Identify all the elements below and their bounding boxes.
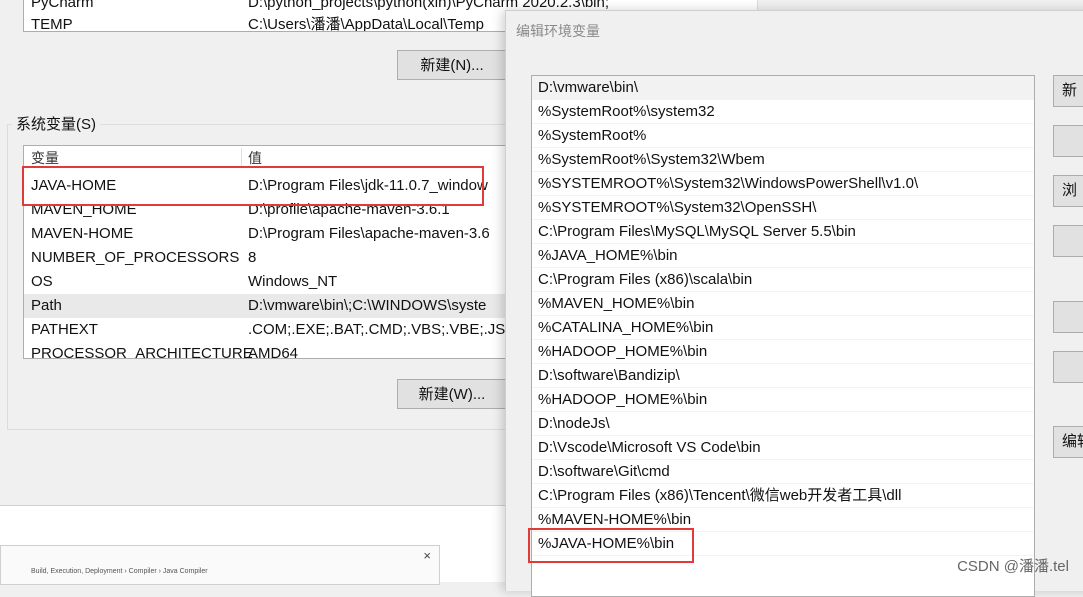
variable-value: D:\Program Files\apache-maven-3.6	[248, 225, 490, 242]
new-button[interactable]: 新	[1053, 75, 1083, 107]
list-item[interactable]: %SYSTEMROOT%\System32\WindowsPowerShell\…	[532, 172, 1034, 196]
watermark: CSDN @潘潘.tel	[957, 558, 1069, 575]
highlight-box-java-home-bin	[528, 528, 694, 563]
variable-name: PROCESSOR_ARCHITECTURE	[31, 345, 253, 359]
variable-value: 8	[248, 249, 257, 266]
list-item[interactable]: C:\Program Files (x86)\Tencent\微信web开发者工…	[532, 484, 1034, 508]
variable-name: Path	[31, 297, 62, 314]
new-user-variable-button[interactable]: 新建(N)...	[397, 50, 507, 80]
variable-value: Windows_NT	[248, 273, 338, 290]
list-item[interactable]: %SYSTEMROOT%\System32\OpenSSH\	[532, 196, 1034, 220]
variable-name: PATHEXT	[31, 321, 98, 338]
list-item[interactable]: %JAVA_HOME%\bin	[532, 244, 1034, 268]
variable-name: NUMBER_OF_PROCESSORS	[31, 249, 240, 266]
settings-breadcrumb: Build, Execution, Deployment › Compiler …	[31, 568, 208, 575]
list-item[interactable]: C:\Program Files\MySQL\MySQL Server 5.5\…	[532, 220, 1034, 244]
edit-button[interactable]	[1053, 125, 1083, 157]
list-item[interactable]: %SystemRoot%\System32\Wbem	[532, 148, 1034, 172]
table-row[interactable]: PATHEXT .COM;.EXE;.BAT;.CMD;.VBS;.VBE;.J…	[24, 318, 514, 342]
list-item[interactable]: D:\Vscode\Microsoft VS Code\bin	[532, 436, 1034, 460]
variable-name: MAVEN-HOME	[31, 225, 134, 242]
variable-name: OS	[31, 273, 53, 290]
variable-value: C:\Users\潘潘\AppData\Local\Temp	[248, 16, 484, 32]
path-entries-list[interactable]: D:\vmware\bin\ %SystemRoot%\system32 %Sy…	[531, 75, 1035, 597]
table-row[interactable]: NUMBER_OF_PROCESSORS 8	[24, 246, 514, 270]
list-item[interactable]: D:\vmware\bin\	[532, 76, 1034, 100]
edit-text-button[interactable]: 编辑	[1053, 426, 1083, 458]
highlight-box-java-home	[22, 166, 484, 206]
list-item[interactable]: D:\nodeJs\	[532, 412, 1034, 436]
variable-value: D:\vmware\bin\;C:\WINDOWS\syste	[248, 297, 487, 314]
table-row-selected[interactable]: Path D:\vmware\bin\;C:\WINDOWS\syste	[24, 294, 514, 318]
list-item[interactable]: D:\software\Bandizip\	[532, 364, 1034, 388]
system-variables-label: 系统变量(S)	[12, 113, 100, 134]
column-divider[interactable]	[241, 148, 242, 168]
list-item[interactable]: %SystemRoot%	[532, 124, 1034, 148]
table-row[interactable]: MAVEN-HOME D:\Program Files\apache-maven…	[24, 222, 514, 246]
settings-mini-window: × Build, Execution, Deployment › Compile…	[0, 545, 440, 585]
list-item[interactable]: %SystemRoot%\system32	[532, 100, 1034, 124]
list-item[interactable]: %MAVEN_HOME%\bin	[532, 292, 1034, 316]
variable-name: TEMP	[31, 16, 73, 32]
list-item[interactable]: C:\Program Files (x86)\scala\bin	[532, 268, 1034, 292]
edit-environment-variable-dialog: 编辑环境变量 D:\vmware\bin\ %SystemRoot%\syste…	[505, 10, 1083, 597]
delete-button[interactable]	[1053, 225, 1083, 257]
browse-button[interactable]: 浏	[1053, 175, 1083, 207]
list-item[interactable]: D:\software\Git\cmd	[532, 460, 1034, 484]
move-down-button[interactable]	[1053, 351, 1083, 383]
variable-value: AMD64	[248, 345, 299, 359]
table-row[interactable]: OS Windows_NT	[24, 270, 514, 294]
list-item[interactable]: %CATALINA_HOME%\bin	[532, 316, 1034, 340]
move-up-button[interactable]	[1053, 301, 1083, 333]
close-icon[interactable]: ×	[423, 548, 431, 563]
variable-value: .COM;.EXE;.BAT;.CMD;.VBS;.VBE;.JS;.	[248, 321, 514, 338]
list-item[interactable]: %HADOOP_HOME%\bin	[532, 340, 1034, 364]
new-system-variable-button[interactable]: 新建(W)...	[397, 379, 507, 409]
table-row[interactable]: PROCESSOR_ARCHITECTURE AMD64	[24, 342, 514, 359]
dialog-title: 编辑环境变量	[516, 23, 600, 39]
list-item[interactable]: %HADOOP_HOME%\bin	[532, 388, 1034, 412]
